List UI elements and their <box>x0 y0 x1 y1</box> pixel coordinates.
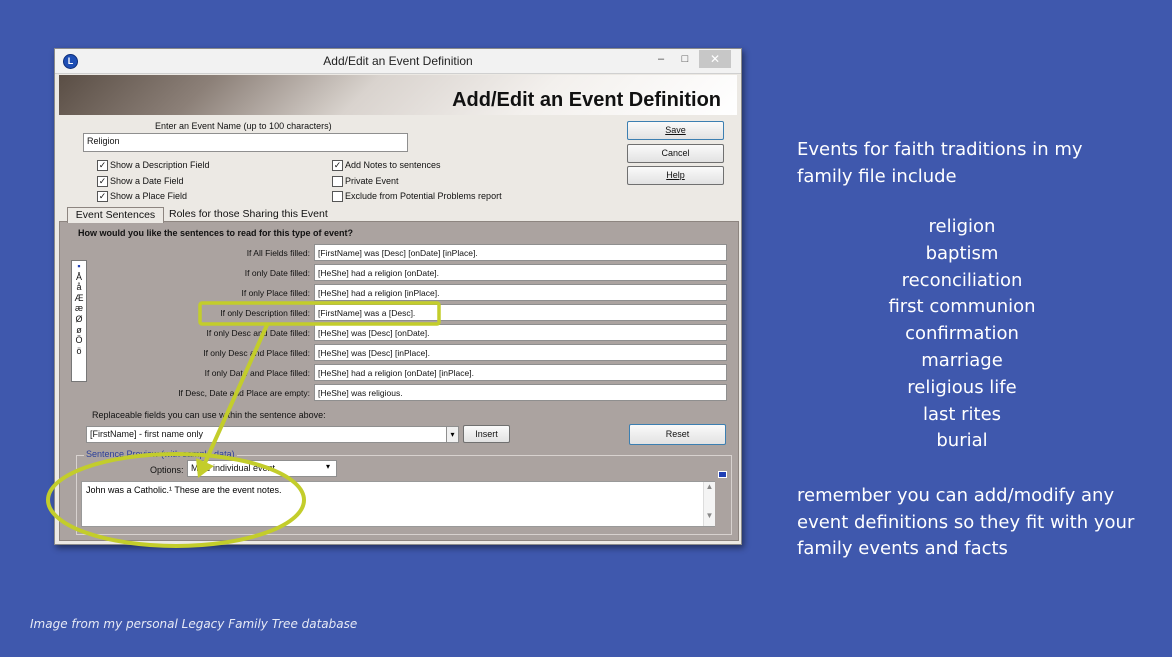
event-name-input[interactable]: Religion <box>83 133 408 152</box>
list-item: confirmation <box>905 323 1019 345</box>
show-place-label: Show a Place Field <box>110 191 188 201</box>
remember-note: remember you can add/modify any event de… <box>797 485 1135 559</box>
special-character-strip[interactable]: ▪ Å å Æ æ Ø ø Ö ö <box>71 260 87 382</box>
faith-event-list: religion baptism reconciliation first co… <box>862 214 1062 455</box>
show-date-label: Show a Date Field <box>110 176 184 186</box>
chevron-down-icon[interactable]: ▾ <box>326 462 330 471</box>
sentence-row-label: If only Desc and Date filled: <box>206 328 310 338</box>
list-item: marriage <box>921 349 1003 371</box>
list-item: burial <box>936 430 988 452</box>
options-select[interactable]: Male individual event <box>187 460 337 477</box>
sentence-row-label: If only Date and Place filled: <box>204 368 310 378</box>
sentence-row-input[interactable]: [HeShe] had a religion [inPlace]. <box>314 284 727 301</box>
header-banner: Add/Edit an Event Definition <box>59 75 737 115</box>
sentences-heading: How would you like the sentences to read… <box>78 228 354 238</box>
sentence-row-label: If Desc, Date and Place are empty: <box>178 388 310 398</box>
sentence-row-input[interactable]: [HeShe] was [Desc] [inPlace]. <box>314 344 727 361</box>
list-item: religion <box>928 216 996 237</box>
add-notes-label: Add Notes to sentences <box>345 160 441 170</box>
tab-event-sentences[interactable]: Event Sentences <box>67 207 164 223</box>
sentence-row-label: If only Place filled: <box>241 288 310 298</box>
preview-text-area[interactable]: John was a Catholic.¹ These are the even… <box>81 481 715 527</box>
sentence-row-input[interactable]: [HeShe] was [Desc] [onDate]. <box>314 324 727 341</box>
sentence-row-label: If All Fields filled: <box>246 248 310 258</box>
maximize-button[interactable]: □ <box>675 52 695 68</box>
add-notes-checkbox[interactable]: ✓ <box>332 160 343 171</box>
show-description-checkbox[interactable]: ✓ <box>97 160 108 171</box>
sentence-row-input[interactable]: [HeShe] had a religion [onDate]. <box>314 264 727 281</box>
minimize-button[interactable]: – <box>651 52 671 68</box>
tab-roles[interactable]: Roles for those Sharing this Event <box>169 207 328 222</box>
sentence-row-input[interactable]: [HeShe] was religious. <box>314 384 727 401</box>
sentence-row-label: If only Date filled: <box>244 268 310 278</box>
faith-heading: Events for faith traditions in my family… <box>797 139 1083 187</box>
scroll-down-icon[interactable]: ▼ <box>704 511 715 520</box>
show-date-checkbox[interactable]: ✓ <box>97 176 108 187</box>
title-bar: L Add/Edit an Event Definition – □ ✕ <box>55 49 741 74</box>
save-button[interactable]: Save <box>627 121 724 140</box>
reset-button[interactable]: Reset <box>629 424 726 445</box>
cancel-button[interactable]: Cancel <box>627 144 724 163</box>
exclude-problems-label: Exclude from Potential Problems report <box>345 191 502 201</box>
event-name-label: Enter an Event Name (up to 100 character… <box>155 121 332 131</box>
private-event-label: Private Event <box>345 176 399 186</box>
image-credit: Image from my personal Legacy Family Tre… <box>30 617 358 631</box>
insert-button[interactable]: Insert <box>463 425 510 443</box>
sentence-row-input[interactable]: [HeShe] had a religion [onDate] [inPlace… <box>314 364 727 381</box>
replaceable-fields-label: Replaceable fields you can use within th… <box>92 410 326 420</box>
replaceable-fields-select[interactable]: [FirstName] - first name only <box>86 426 448 443</box>
show-description-label: Show a Description Field <box>110 160 210 170</box>
list-item: last rites <box>922 403 1002 425</box>
private-event-checkbox[interactable] <box>332 176 343 187</box>
sentence-row-label: If only Description filled: <box>220 308 310 318</box>
sentence-row-input[interactable]: [FirstName] was a [Desc]. <box>314 304 727 321</box>
preview-legend: Sentence Preview (with sample data) <box>84 449 237 459</box>
list-item: first communion <box>888 296 1036 318</box>
scroll-up-icon[interactable]: ▲ <box>704 482 715 491</box>
window-title: Add/Edit an Event Definition <box>323 54 473 68</box>
chevron-down-icon[interactable]: ▾ <box>446 426 459 443</box>
show-place-checkbox[interactable]: ✓ <box>97 191 108 202</box>
close-button[interactable]: ✕ <box>699 50 731 68</box>
event-definition-window: L Add/Edit an Event Definition – □ ✕ Add… <box>54 48 742 545</box>
options-label: Options: <box>150 465 184 475</box>
banner-title: Add/Edit an Event Definition <box>452 89 721 111</box>
list-item: religious life <box>907 376 1017 398</box>
help-button[interactable]: Help <box>627 166 724 185</box>
sentence-row-input[interactable]: [FirstName] was [Desc] [onDate] [inPlace… <box>314 244 727 261</box>
preview-scrollbar[interactable]: ▲ ▼ <box>703 482 715 526</box>
list-item: baptism <box>925 242 999 264</box>
exclude-problems-checkbox[interactable] <box>332 191 343 202</box>
list-item: reconciliation <box>901 269 1023 291</box>
sentence-row-label: If only Desc and Place filled: <box>203 348 310 358</box>
flag-icon <box>718 471 727 478</box>
